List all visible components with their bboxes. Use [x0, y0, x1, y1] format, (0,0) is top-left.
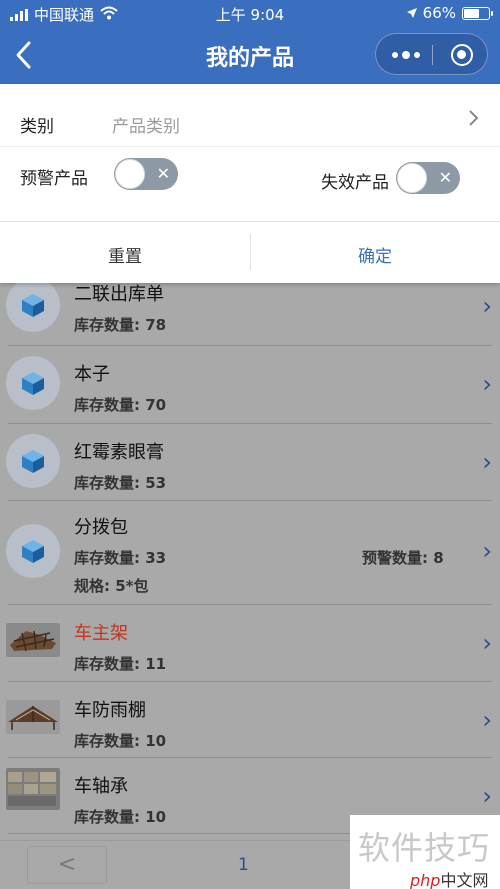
product-name: 红霉素眼膏	[74, 442, 164, 463]
cube-icon	[22, 540, 44, 563]
capsule-divider	[432, 45, 433, 65]
product-thumbnail	[6, 768, 60, 810]
watermark: 软件技巧 php中文网	[350, 815, 500, 889]
product-thumbnail	[6, 623, 60, 657]
panel-divider	[0, 146, 500, 147]
category-label: 类别	[20, 117, 54, 137]
product-name: 本子	[74, 364, 110, 385]
chevron-right-icon: ›	[482, 448, 492, 476]
watermark-logo-zh: 中文网	[440, 871, 489, 889]
product-warning-qty: 预警数量: 8	[362, 549, 444, 567]
watermark-logo: php中文网	[410, 867, 498, 889]
product-stock: 库存数量: 10	[74, 808, 167, 826]
reset-button[interactable]: 重置	[0, 242, 250, 267]
product-avatar	[6, 278, 60, 332]
warning-products-label: 预警产品	[20, 169, 88, 189]
product-name: 二联出库单	[74, 284, 164, 305]
panel-divider	[0, 221, 500, 222]
product-name: 车防雨棚	[74, 700, 146, 721]
cube-icon	[22, 294, 44, 317]
mini-program-capsule	[375, 33, 488, 75]
battery-percent: 66%	[422, 4, 456, 22]
cube-icon	[22, 450, 44, 473]
product-thumbnail	[6, 700, 60, 734]
expired-products-toggle[interactable]: ✕	[396, 162, 460, 194]
current-page-number: 1	[238, 855, 249, 875]
watermark-logo-php: php	[410, 871, 441, 889]
navigation-bar: 我的产品	[0, 28, 500, 84]
cube-icon	[22, 372, 44, 395]
location-icon	[406, 4, 417, 22]
expired-products-label: 失效产品	[321, 173, 389, 193]
product-name: 分拨包	[74, 517, 128, 538]
list-item[interactable]: 红霉素眼膏 库存数量: 53 ›	[0, 424, 500, 501]
product-stock: 库存数量: 10	[74, 732, 167, 750]
warning-products-toggle[interactable]: ✕	[114, 158, 178, 190]
chevron-right-icon: ›	[482, 782, 492, 810]
product-stock: 库存数量: 53	[74, 474, 167, 492]
product-avatar	[6, 356, 60, 410]
product-name: 车主架	[74, 623, 128, 644]
product-spec: 规格: 5*包	[74, 577, 149, 595]
product-name: 车轴承	[74, 776, 128, 797]
chevron-right-icon: ›	[482, 537, 492, 565]
chevron-right-icon[interactable]	[468, 108, 480, 134]
product-stock: 库存数量: 11	[74, 655, 167, 673]
target-circle-icon[interactable]	[451, 44, 473, 66]
toggle-knob	[115, 159, 145, 189]
battery-icon	[462, 6, 493, 20]
confirm-button[interactable]: 确定	[250, 242, 500, 267]
list-item[interactable]: 车防雨棚 库存数量: 10 ›	[0, 682, 500, 758]
previous-page-button[interactable]: <	[27, 846, 107, 884]
chevron-right-icon: ›	[482, 292, 492, 320]
product-stock: 库存数量: 70	[74, 396, 167, 414]
close-icon: ✕	[438, 168, 452, 187]
filter-panel: 类别 产品类别 预警产品 ✕ 失效产品 ✕ 重置 确定	[0, 84, 500, 283]
more-dots-icon[interactable]	[390, 47, 422, 63]
category-picker[interactable]: 产品类别	[112, 112, 180, 137]
chevron-right-icon: ›	[482, 706, 492, 734]
list-item[interactable]: 二联出库单 库存数量: 78 ›	[0, 278, 500, 346]
product-avatar	[6, 524, 60, 578]
list-item[interactable]: 车主架 库存数量: 11 ›	[0, 605, 500, 682]
close-icon: ✕	[156, 164, 170, 183]
product-stock: 库存数量: 33	[74, 549, 167, 567]
list-item[interactable]: 本子 库存数量: 70 ›	[0, 346, 500, 424]
toggle-knob	[397, 163, 427, 193]
watermark-text: 软件技巧	[358, 829, 491, 867]
list-item[interactable]: 分拨包 库存数量: 33 预警数量: 8 规格: 5*包 ›	[0, 501, 500, 605]
status-bar: 中国联通 上午 9:04 66%	[0, 0, 500, 28]
chevron-right-icon: ›	[482, 629, 492, 657]
product-avatar	[6, 434, 60, 488]
chevron-right-icon: ›	[482, 370, 492, 398]
product-stock: 库存数量: 78	[74, 316, 167, 334]
